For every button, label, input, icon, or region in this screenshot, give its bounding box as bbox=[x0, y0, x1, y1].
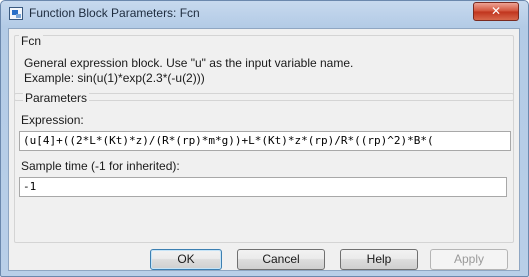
cancel-button[interactable]: Cancel bbox=[237, 249, 325, 270]
ok-button[interactable]: OK bbox=[150, 249, 222, 270]
expression-label: Expression: bbox=[21, 113, 84, 127]
sample-time-input[interactable]: -1 bbox=[19, 177, 507, 197]
parameters-groupbox: Parameters Expression: (u[4]+((2*L*(Kt)*… bbox=[14, 91, 514, 243]
help-button[interactable]: Help bbox=[340, 249, 418, 270]
fcn-group-title: Fcn bbox=[19, 34, 44, 48]
close-icon: ✕ bbox=[490, 4, 502, 18]
block-example: Example: sin(u(1)*exp(2.3*(-u(2))) bbox=[24, 71, 205, 85]
parameters-group-title: Parameters bbox=[23, 91, 90, 105]
dialog-client-area: Fcn General expression block. Use "u" as… bbox=[8, 28, 520, 271]
expression-input[interactable]: (u[4]+((2*L*(Kt)*z)/(R*(rp)*m*g))+L*(Kt)… bbox=[19, 131, 511, 151]
title-bar[interactable]: Function Block Parameters: Fcn ✕ bbox=[1, 1, 528, 27]
close-button[interactable]: ✕ bbox=[473, 2, 519, 21]
apply-button[interactable]: Apply bbox=[430, 249, 508, 270]
sample-time-label: Sample time (-1 for inherited): bbox=[21, 159, 180, 173]
dialog-window: Function Block Parameters: Fcn ✕ Fcn Gen… bbox=[0, 0, 529, 277]
window-title: Function Block Parameters: Fcn bbox=[29, 6, 200, 20]
block-description: General expression block. Use "u" as the… bbox=[24, 56, 354, 70]
simulink-block-icon bbox=[9, 7, 23, 20]
